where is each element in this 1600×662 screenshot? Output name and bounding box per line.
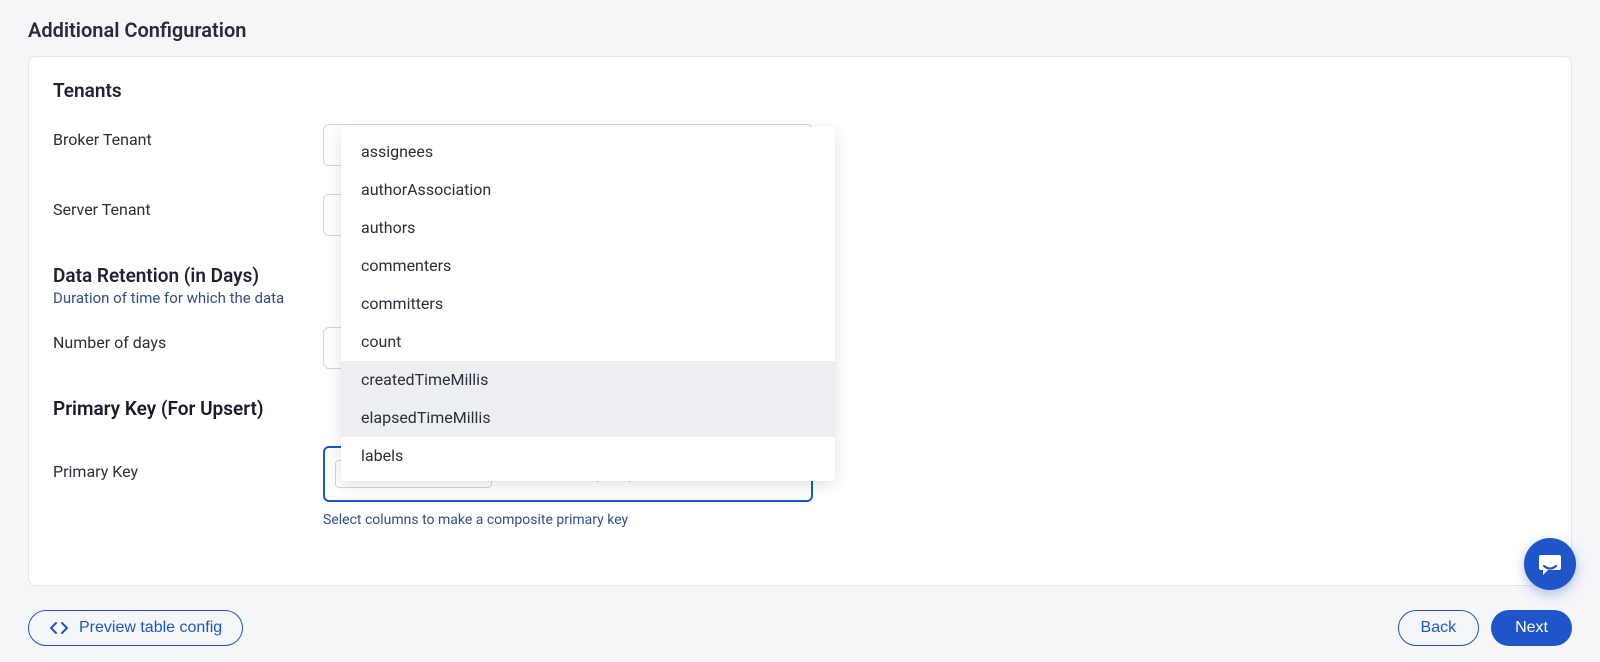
- broker-tenant-label: Broker Tenant: [53, 124, 323, 149]
- dropdown-item[interactable]: commenters: [341, 247, 835, 285]
- preview-config-label: Preview table config: [79, 619, 222, 637]
- dropdown-item[interactable]: authorAssociation: [341, 171, 835, 209]
- preview-config-button[interactable]: Preview table config: [28, 610, 243, 646]
- dropdown-item[interactable]: elapsedTimeMillis: [341, 399, 835, 437]
- tenants-heading: Tenants: [53, 79, 1547, 102]
- server-tenant-label: Server Tenant: [53, 194, 323, 219]
- config-card: Tenants Broker Tenant Server Tenant Data…: [28, 56, 1572, 586]
- code-icon: [49, 621, 69, 635]
- primary-key-dropdown: assigneesauthorAssociationauthorscomment…: [341, 127, 835, 481]
- primary-key-label: Primary Key: [53, 446, 323, 481]
- dropdown-item[interactable]: committers: [341, 285, 835, 323]
- dropdown-item[interactable]: createdTimeMillis: [341, 361, 835, 399]
- num-days-label: Number of days: [53, 327, 323, 352]
- next-button[interactable]: Next: [1491, 610, 1572, 646]
- dropdown-item[interactable]: labels: [341, 437, 835, 475]
- dropdown-item[interactable]: assignees: [341, 133, 835, 171]
- back-button[interactable]: Back: [1398, 610, 1480, 646]
- section-title: Additional Configuration: [28, 18, 1572, 42]
- chat-icon: [1537, 551, 1563, 577]
- chat-launcher[interactable]: [1524, 538, 1576, 590]
- retention-description: Duration of time for which the data: [53, 289, 315, 307]
- dropdown-item[interactable]: authors: [341, 209, 835, 247]
- primary-key-helper: Select columns to make a composite prima…: [323, 512, 813, 528]
- dropdown-item[interactable]: count: [341, 323, 835, 361]
